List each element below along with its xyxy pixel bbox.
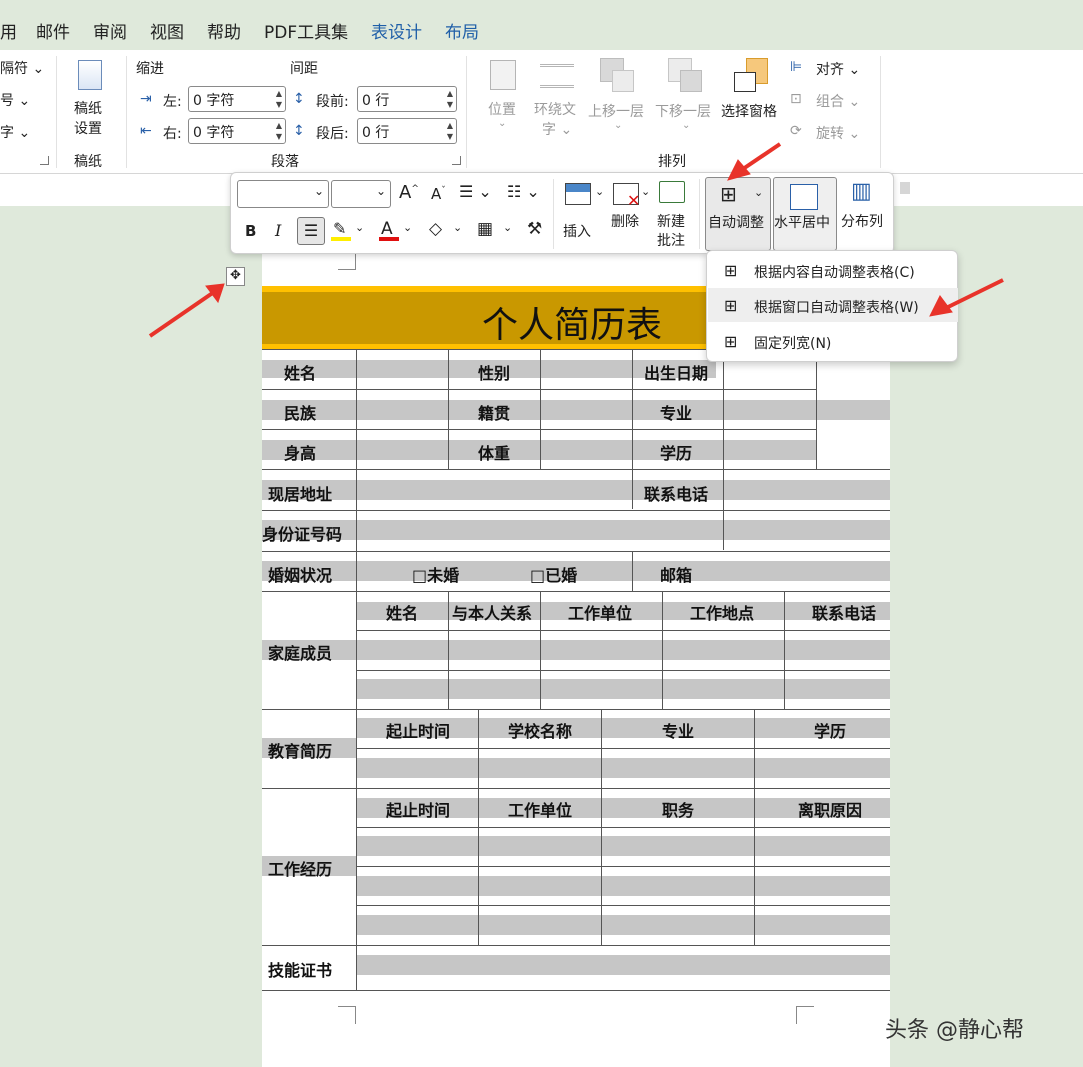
arrow-to-move-handle (148, 290, 216, 338)
arrow-to-window-item (943, 278, 1004, 311)
arrow-head-autofit (727, 159, 751, 181)
annotation-arrows (148, 142, 1004, 338)
watermark: 头条 @静心帮 (885, 1018, 1024, 1043)
arrow-to-autofit (738, 142, 782, 173)
arrow-head-move-handle (205, 283, 225, 304)
